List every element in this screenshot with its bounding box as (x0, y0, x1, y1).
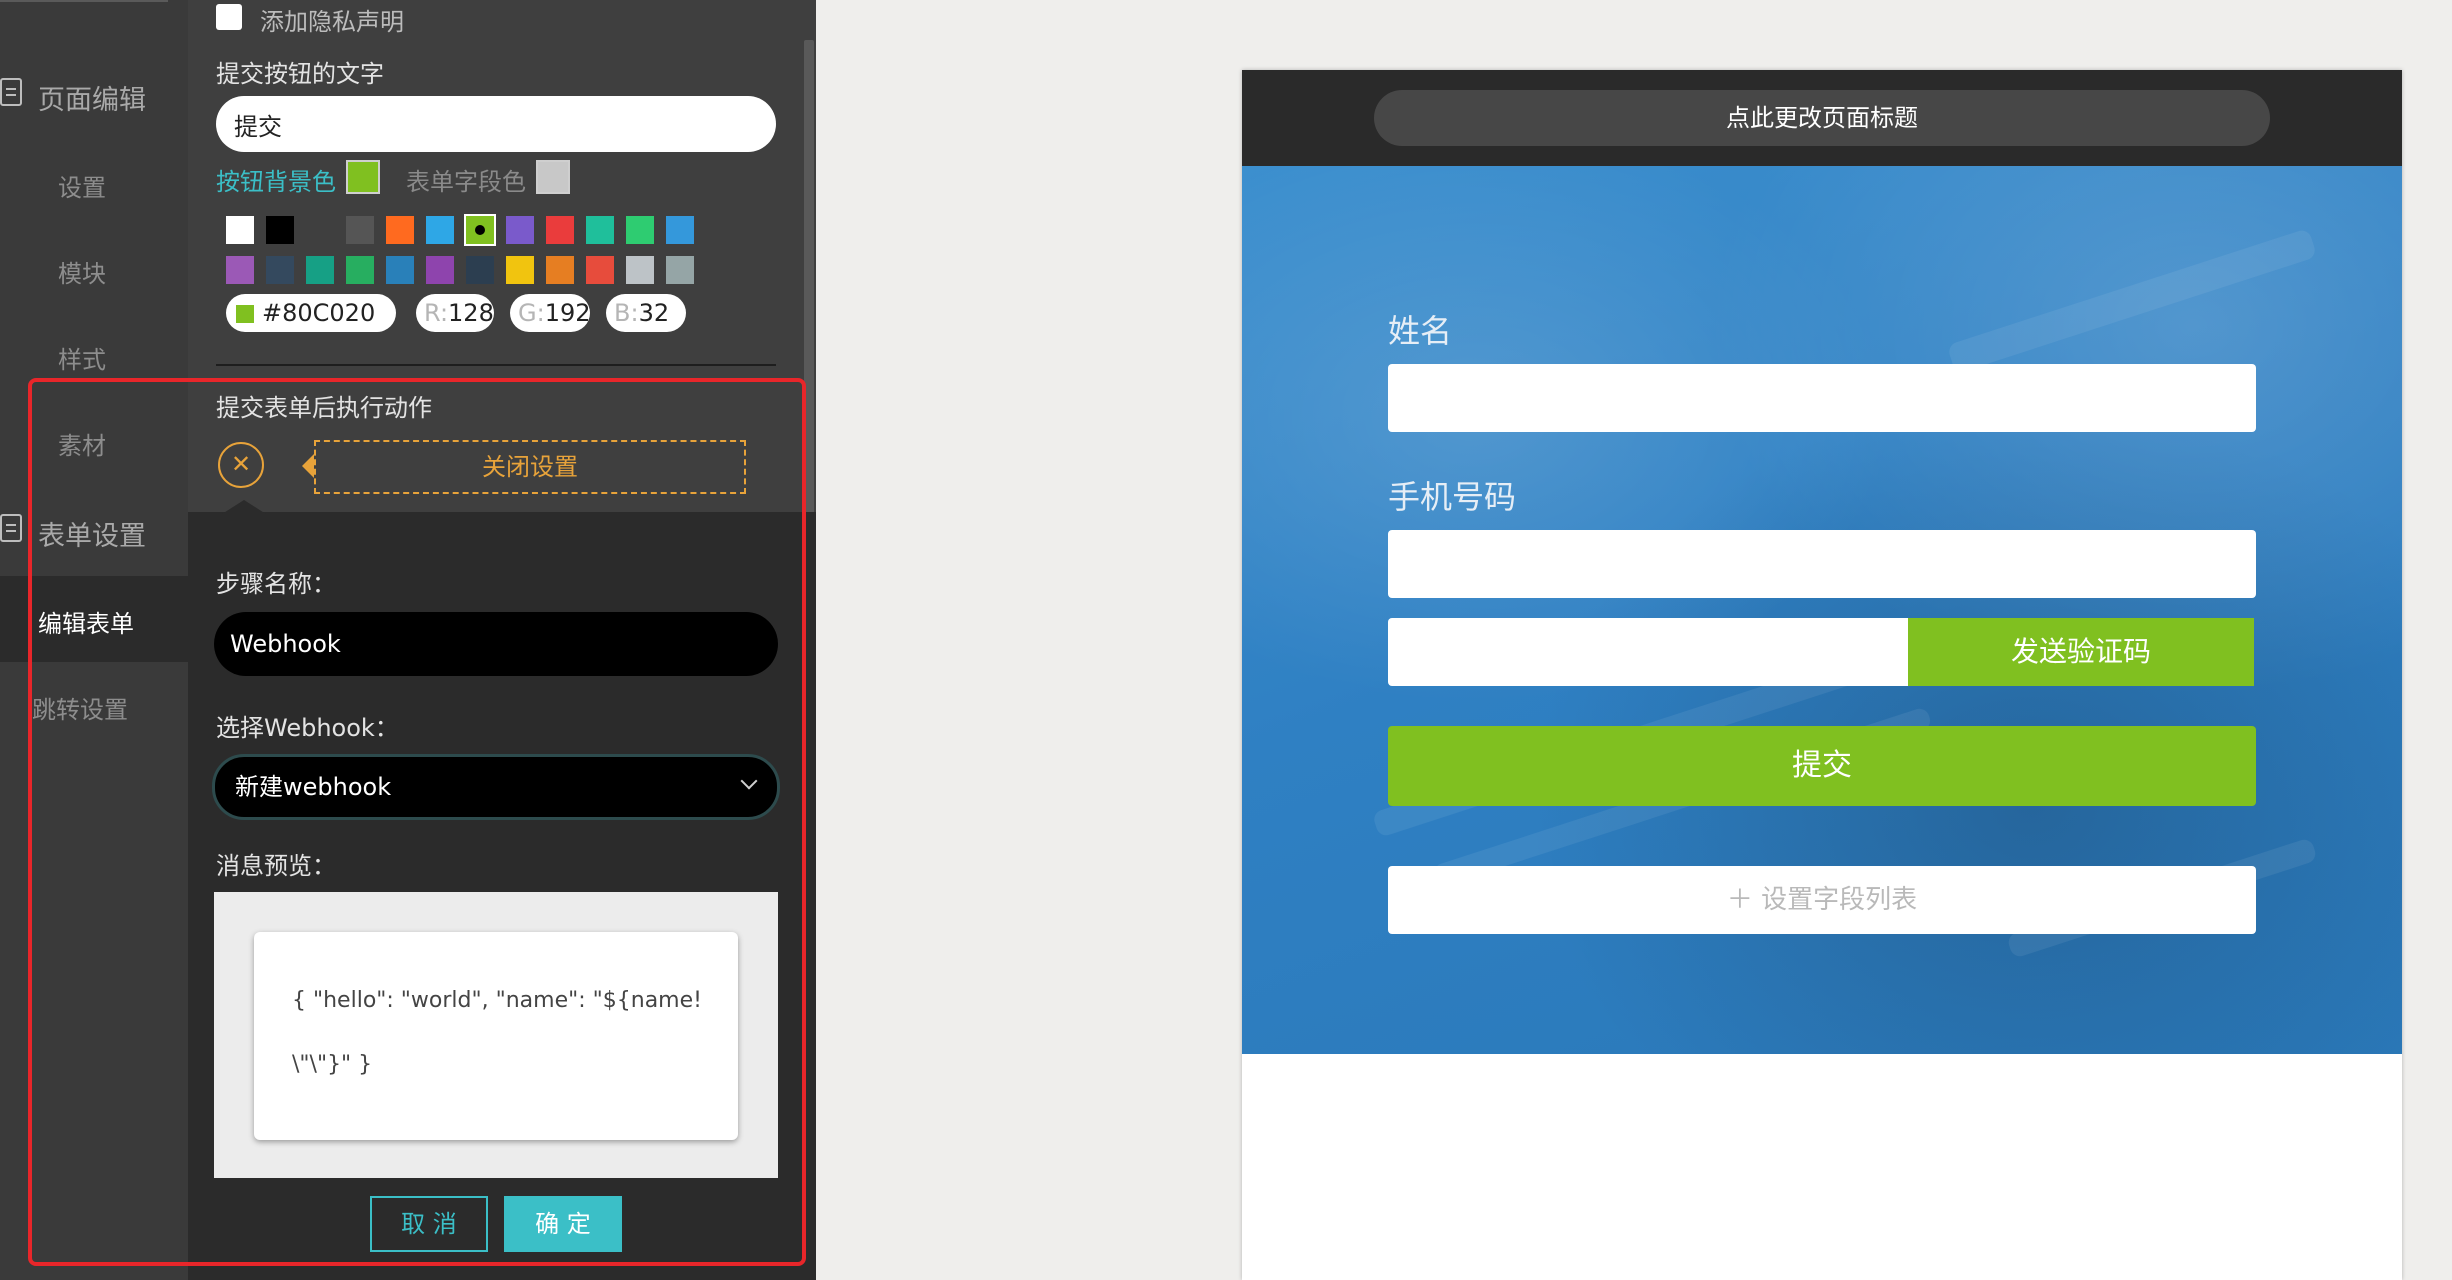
color-swatch[interactable] (386, 256, 414, 284)
set-fields-button[interactable]: ＋ 设置字段列表 (1388, 866, 2256, 934)
section-divider (216, 364, 776, 366)
message-preview-line2: \"\"}" } (292, 1052, 373, 1077)
submit-text-label: 提交按钮的文字 (216, 60, 384, 88)
color-swatch[interactable] (266, 256, 294, 284)
color-swatch[interactable] (306, 256, 334, 284)
nav-item-label: 素材 (58, 432, 106, 460)
name-input[interactable] (1388, 364, 2256, 432)
nav-item-label: 设置 (58, 174, 106, 202)
color-swatch[interactable] (386, 216, 414, 244)
send-code-button[interactable]: 发送验证码 (1908, 618, 2254, 686)
confirm-button[interactable]: 确 定 (504, 1196, 622, 1252)
color-swatch[interactable] (546, 216, 574, 244)
nav-item-redirect-settings[interactable]: 跳转设置 (0, 682, 188, 726)
nav-group-label: 页面编辑 (38, 85, 146, 116)
chevron-down-icon (740, 772, 758, 790)
action-section-title: 提交表单后执行动作 (216, 394, 432, 422)
r-value: 128 (448, 299, 494, 327)
submit-text-input[interactable] (216, 96, 776, 152)
form-submit-button[interactable]: 提交 (1388, 726, 2256, 806)
tab-field-color[interactable]: 表单字段色 (406, 162, 526, 197)
message-preview-label: 消息预览： (216, 852, 336, 880)
nav-item-label: 样式 (58, 346, 106, 374)
b-label: B: (614, 299, 639, 327)
tab-button-bg-color[interactable]: 按钮背景色 (216, 162, 336, 197)
pointer-notch (222, 500, 266, 514)
nav-item-label: 模块 (58, 260, 106, 288)
color-swatch[interactable] (464, 214, 496, 246)
color-swatch[interactable] (426, 216, 454, 244)
verification-code-input[interactable] (1388, 618, 1908, 686)
page-title-button[interactable]: 点此更改页面标题 (1374, 90, 2270, 146)
color-swatch[interactable] (626, 216, 654, 244)
color-swatch[interactable] (266, 216, 294, 244)
r-value-field[interactable]: R:128 (416, 294, 494, 332)
document-icon (0, 78, 22, 106)
color-swatch[interactable] (466, 256, 494, 284)
color-swatch[interactable] (666, 256, 694, 284)
r-label: R: (424, 299, 449, 327)
color-swatch[interactable] (586, 216, 614, 244)
b-value: 32 (638, 299, 670, 327)
nav-item-edit-form[interactable]: 编辑表单 (0, 576, 188, 662)
callout-arrow (302, 454, 314, 478)
privacy-checkbox-label: 添加隐私声明 (260, 8, 404, 36)
webhook-select[interactable]: 新建webhook (212, 754, 780, 820)
select-webhook-label: 选择Webhook： (216, 714, 399, 742)
nav-top-divider (0, 0, 168, 2)
nav-item-modules[interactable]: 模块 (0, 246, 188, 290)
field-color-swatch[interactable] (536, 160, 570, 194)
color-swatch[interactable] (426, 256, 454, 284)
g-value-field[interactable]: G:192 (510, 294, 591, 332)
decoration (1946, 228, 2318, 374)
nav-item-materials[interactable]: 素材 (0, 418, 188, 462)
selected-dot-icon (475, 225, 485, 235)
cancel-button[interactable]: 取 消 (370, 1196, 488, 1252)
nav-group-label: 表单设置 (38, 521, 146, 552)
g-label: G: (518, 299, 545, 327)
nav-item-styles[interactable]: 样式 (0, 332, 188, 376)
step-name-input[interactable] (214, 612, 778, 676)
nav-item-settings[interactable]: 设置 (0, 160, 188, 204)
field-name-label: 姓名 (1388, 312, 1453, 350)
color-swatch[interactable] (546, 256, 574, 284)
hex-color-field[interactable]: #80C020 (226, 294, 396, 332)
nav-group-page-edit[interactable]: 页面编辑 (0, 72, 188, 116)
g-value: 192 (544, 299, 591, 327)
color-swatch[interactable] (626, 256, 654, 284)
button-bg-color-swatch[interactable] (346, 160, 380, 194)
hex-color-preview (236, 305, 254, 323)
color-swatch[interactable] (306, 216, 334, 244)
close-settings-button[interactable]: 关闭设置 (314, 440, 746, 494)
privacy-checkbox[interactable] (216, 4, 242, 30)
step-name-label: 步骤名称： (216, 570, 336, 598)
message-preview-line1: { "hello": "world", "name": "${name! (292, 988, 702, 1013)
color-swatch[interactable] (346, 216, 374, 244)
b-value-field[interactable]: B:32 (606, 294, 686, 332)
nav-item-label: 跳转设置 (32, 696, 128, 724)
webhook-select-value: 新建webhook (235, 773, 392, 801)
color-swatch[interactable] (666, 216, 694, 244)
color-swatch[interactable] (586, 256, 614, 284)
color-swatch[interactable] (346, 256, 374, 284)
nav-item-label: 编辑表单 (38, 610, 134, 638)
left-nav: 页面编辑 设置 模块 样式 素材 表单设置 编辑表单 跳转设置 (0, 0, 188, 1280)
color-swatch[interactable] (506, 216, 534, 244)
form-list-icon (0, 514, 22, 542)
color-swatch[interactable] (506, 256, 534, 284)
nav-group-form-settings[interactable]: 表单设置 (0, 508, 188, 552)
color-swatch[interactable] (226, 256, 254, 284)
close-circle-icon[interactable]: ✕ (218, 442, 264, 488)
color-swatch[interactable] (226, 216, 254, 244)
phone-input[interactable] (1388, 530, 2256, 598)
field-phone-label: 手机号码 (1388, 478, 1517, 516)
message-preview-card: { "hello": "world", "name": "${name! \"\… (254, 932, 738, 1140)
hex-color-value: #80C020 (262, 299, 376, 327)
